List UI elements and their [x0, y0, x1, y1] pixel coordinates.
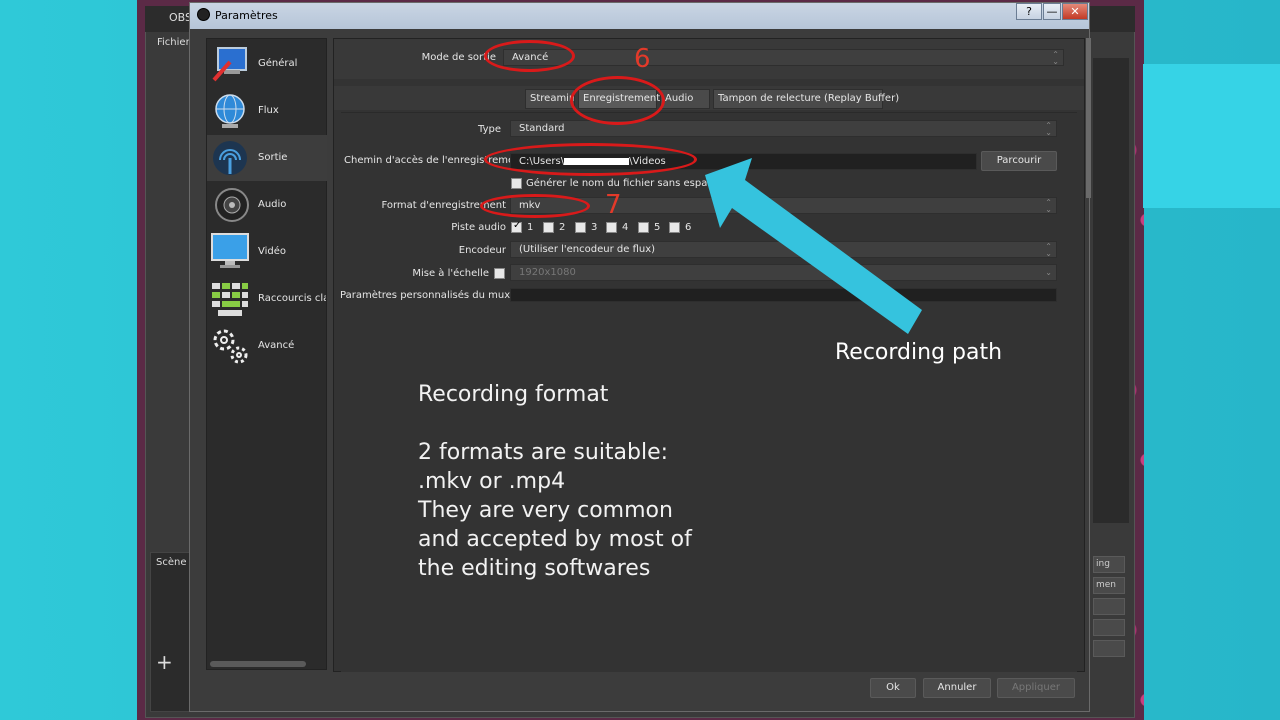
close-button[interactable]: ✕: [1062, 3, 1088, 20]
cancel-button[interactable]: Annuler: [923, 678, 991, 698]
output-mode-label: Mode de sortie: [421, 52, 496, 63]
type-label: Type: [478, 124, 501, 135]
audio-track-3-label: 3: [591, 222, 598, 233]
output-mode-select[interactable]: Avancé ⌃ ⌄: [503, 49, 1064, 66]
muxer-label: Paramètres personnalisés du muxer: [340, 290, 521, 301]
step-7-label: 7: [605, 190, 622, 220]
help-button[interactable]: ?: [1016, 3, 1042, 20]
audio-track-5-checkbox[interactable]: [638, 222, 649, 233]
encoder-label: Encodeur: [458, 245, 506, 256]
audio-track-5-label: 5: [654, 222, 661, 233]
gears-icon: [213, 329, 248, 364]
sidebar-item-label: Audio: [258, 199, 287, 210]
output-icon: [213, 141, 247, 175]
speaker-icon: [215, 188, 249, 222]
obs-logo-icon: [197, 8, 210, 21]
highlight-recording-path: [484, 143, 697, 176]
control-button-4[interactable]: [1093, 619, 1125, 636]
no-space-checkbox[interactable]: [511, 178, 522, 189]
encoder-value: (Utiliser l'encodeur de flux): [519, 244, 656, 255]
caption-line: the editing softwares: [418, 556, 651, 581]
caption-line: .mkv or .mp4: [418, 469, 566, 494]
highlight-recording-tab: [570, 76, 665, 125]
monitor-icon: [211, 233, 249, 268]
type-select[interactable]: Standard ⌃ ⌄: [510, 120, 1057, 137]
control-button-streaming[interactable]: ing: [1093, 556, 1125, 573]
control-button-5[interactable]: [1093, 640, 1125, 657]
settings-vertical-scrollbar[interactable]: [1086, 38, 1091, 198]
highlight-recording-format: [480, 194, 590, 218]
spin-arrows-icon: ⌃ ⌄: [1052, 50, 1059, 66]
settings-titlebar: [190, 3, 1089, 29]
ok-button[interactable]: Ok: [870, 678, 916, 698]
rescale-label: Mise à l'échelle: [412, 268, 489, 279]
sidebar-item-label: Flux: [258, 105, 279, 116]
arrow-pointer-icon: [705, 158, 922, 334]
spin-arrows-icon: ⌃ ⌄: [1045, 121, 1052, 137]
tab-audio[interactable]: Audio: [660, 89, 710, 109]
caption-line: Recording format: [418, 382, 609, 407]
control-button-3[interactable]: [1093, 598, 1125, 615]
chevron-down-icon: ⌄: [1045, 268, 1052, 277]
obs-preview-side: [1093, 58, 1129, 523]
step-6-label: 6: [634, 44, 651, 74]
decorative-cyan-block: [1143, 64, 1280, 208]
type-value: Standard: [519, 123, 565, 134]
recording-format-caption: Recording format 2 formats are suitable:…: [418, 380, 718, 583]
globe-icon: [215, 94, 245, 128]
audio-track-1-checkbox[interactable]: [511, 220, 522, 233]
caption-line: and accepted by most of: [418, 527, 692, 552]
audio-track-4-checkbox[interactable]: [606, 222, 617, 233]
audio-track-label: Piste audio: [451, 222, 506, 233]
apply-button[interactable]: Appliquer: [997, 678, 1075, 698]
settings-title: Paramètres: [215, 9, 278, 22]
tab-streaming[interactable]: Streaming: [525, 89, 575, 109]
scenes-label: Scène: [156, 557, 187, 568]
rescale-checkbox[interactable]: [494, 268, 505, 279]
sidebar-scrollbar[interactable]: [210, 661, 306, 667]
recording-path-label: Chemin d'accès de l'enregistrement: [344, 155, 525, 166]
audio-track-2-checkbox[interactable]: [543, 222, 554, 233]
audio-track-6-checkbox[interactable]: [669, 222, 680, 233]
caption-line: 2 formats are suitable:: [418, 440, 669, 465]
sidebar-item-label: Général: [258, 58, 298, 69]
browse-button[interactable]: Parcourir: [981, 151, 1057, 171]
spin-arrows-icon: ⌃ ⌄: [1045, 242, 1052, 258]
spin-arrows-icon: ⌃ ⌄: [1045, 198, 1052, 214]
highlight-output-mode: [484, 40, 575, 72]
caption-line: They are very common: [418, 498, 673, 523]
control-button-recording[interactable]: men: [1093, 577, 1125, 594]
sidebar-item-label: Vidéo: [258, 246, 287, 257]
audio-track-2-label: 2: [559, 222, 566, 233]
audio-track-3-checkbox[interactable]: [575, 222, 586, 233]
sidebar-item-label: Avancé: [258, 340, 295, 351]
tab-replay-buffer[interactable]: Tampon de relecture (Replay Buffer): [713, 89, 899, 109]
caption-line: [418, 409, 718, 438]
recording-path-caption: Recording path: [835, 340, 1003, 365]
sidebar-item-label: Raccourcis cla: [258, 293, 326, 304]
general-icon: [212, 47, 247, 82]
sidebar-item-label: Sortie: [258, 152, 288, 163]
scenes-dock: [150, 552, 190, 712]
audio-track-1-label: 1: [527, 222, 534, 233]
rescale-value: 1920x1080: [519, 267, 576, 278]
add-scene-button[interactable]: +: [156, 650, 173, 674]
keyboard-icon: [212, 283, 248, 316]
audio-track-4-label: 4: [622, 222, 629, 233]
minimize-button[interactable]: —: [1043, 3, 1061, 20]
